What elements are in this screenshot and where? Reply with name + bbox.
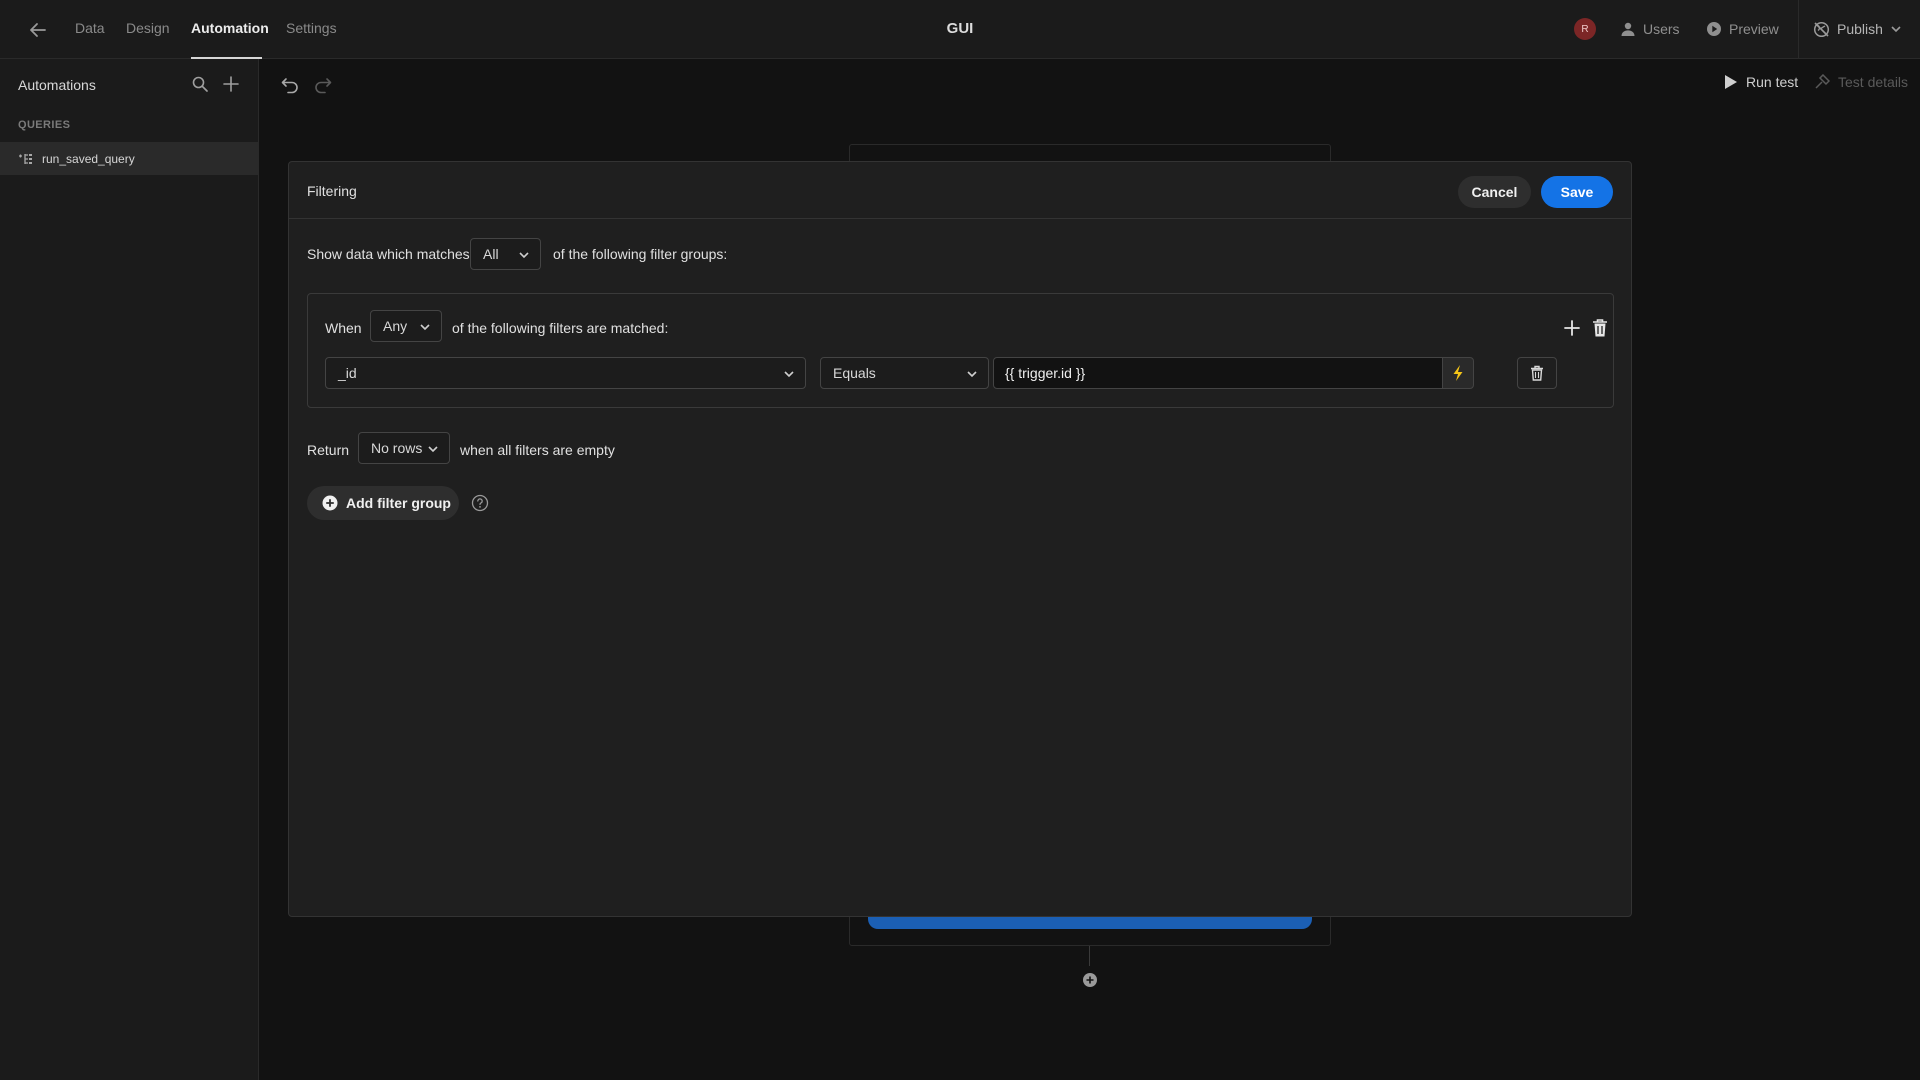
back-arrow-icon[interactable] xyxy=(27,19,49,41)
test-details-label: Test details xyxy=(1838,74,1909,90)
filter-field-value: _id xyxy=(338,365,357,381)
tab-settings[interactable]: Settings xyxy=(286,20,337,36)
return-label: Return xyxy=(307,442,350,458)
user-icon xyxy=(1620,21,1636,37)
sidebar: Automations QUERIES run_saved_query xyxy=(0,59,259,1080)
flask-icon xyxy=(1814,74,1830,90)
filters-matched-label: of the following filters are matched: xyxy=(452,320,669,336)
add-step-icon[interactable] xyxy=(1082,972,1098,988)
filter-value-input[interactable] xyxy=(993,357,1443,389)
group-mode-select[interactable]: Any xyxy=(370,310,442,342)
chevron-down-icon xyxy=(518,249,530,261)
run-test-button[interactable]: Run test xyxy=(1724,74,1798,90)
tab-design[interactable]: Design xyxy=(126,20,170,36)
chevron-down-icon xyxy=(966,368,978,380)
filter-groups-label: of the following filter groups: xyxy=(553,246,728,262)
section-label-queries: QUERIES xyxy=(18,119,71,131)
binding-button[interactable] xyxy=(1442,357,1474,389)
plus-circle-icon xyxy=(322,495,338,511)
filter-operator-value: Equals xyxy=(833,365,876,381)
cancel-button[interactable]: Cancel xyxy=(1458,176,1531,208)
publish-label: Publish xyxy=(1837,21,1883,37)
avatar[interactable]: R xyxy=(1574,18,1596,40)
step-connector xyxy=(1089,946,1090,966)
preview-button[interactable]: Preview xyxy=(1706,19,1779,39)
sidebar-item-label: run_saved_query xyxy=(42,151,135,166)
tab-data[interactable]: Data xyxy=(75,20,105,36)
delete-group-icon[interactable] xyxy=(1591,318,1609,338)
users-label: Users xyxy=(1643,21,1680,37)
sidebar-title: Automations xyxy=(18,77,96,93)
help-icon[interactable] xyxy=(471,494,489,512)
redo-icon[interactable] xyxy=(313,74,333,94)
add-filter-group-label: Add filter group xyxy=(346,495,451,511)
play-circle-icon xyxy=(1706,21,1722,37)
publish-button[interactable]: Publish xyxy=(1813,19,1902,39)
add-filter-group-button[interactable]: Add filter group xyxy=(307,486,459,520)
empty-filters-label: when all filters are empty xyxy=(460,442,615,458)
delete-filter-button[interactable] xyxy=(1517,357,1557,389)
match-mode-select[interactable]: All xyxy=(470,238,541,270)
test-details-button[interactable]: Test details xyxy=(1814,74,1908,90)
add-filter-icon[interactable] xyxy=(1563,319,1581,337)
query-tree-icon xyxy=(18,153,34,165)
top-divider xyxy=(1798,0,1799,58)
search-icon[interactable] xyxy=(191,75,209,93)
globe-off-icon xyxy=(1813,21,1830,38)
app-title: GUI xyxy=(946,20,974,37)
filter-operator-select[interactable]: Equals xyxy=(820,357,989,389)
run-test-label: Run test xyxy=(1746,74,1799,90)
filtering-modal: Filtering Cancel Save Show data which ma… xyxy=(288,161,1632,917)
modal-title: Filtering xyxy=(307,183,357,199)
show-data-label: Show data which matches xyxy=(307,246,470,262)
return-value: No rows xyxy=(371,440,423,456)
return-select[interactable]: No rows xyxy=(358,432,450,464)
users-button[interactable]: Users xyxy=(1620,19,1680,39)
trash-icon xyxy=(1530,365,1544,381)
chevron-down-icon xyxy=(427,443,439,455)
group-mode-value: Any xyxy=(383,318,408,334)
sidebar-item-run-saved-query[interactable]: run_saved_query xyxy=(0,142,258,175)
match-mode-value: All xyxy=(483,246,499,262)
when-label: When xyxy=(325,320,362,336)
top-bar: Data Design Automation Settings GUI R Us… xyxy=(0,0,1920,59)
filter-field-select[interactable]: _id xyxy=(325,357,806,389)
add-automation-icon[interactable] xyxy=(222,75,240,93)
lightning-icon xyxy=(1452,364,1464,382)
save-button[interactable]: Save xyxy=(1541,176,1613,208)
chevron-down-icon xyxy=(1890,23,1902,35)
play-icon xyxy=(1724,74,1738,90)
tab-automation[interactable]: Automation xyxy=(191,20,269,36)
undo-icon[interactable] xyxy=(280,74,300,94)
chevron-down-icon xyxy=(783,368,795,380)
chevron-down-icon xyxy=(419,321,431,333)
preview-label: Preview xyxy=(1729,21,1779,37)
filter-group: When Any of the following filters are ma… xyxy=(307,293,1614,408)
modal-header: Filtering Cancel Save xyxy=(289,162,1631,219)
